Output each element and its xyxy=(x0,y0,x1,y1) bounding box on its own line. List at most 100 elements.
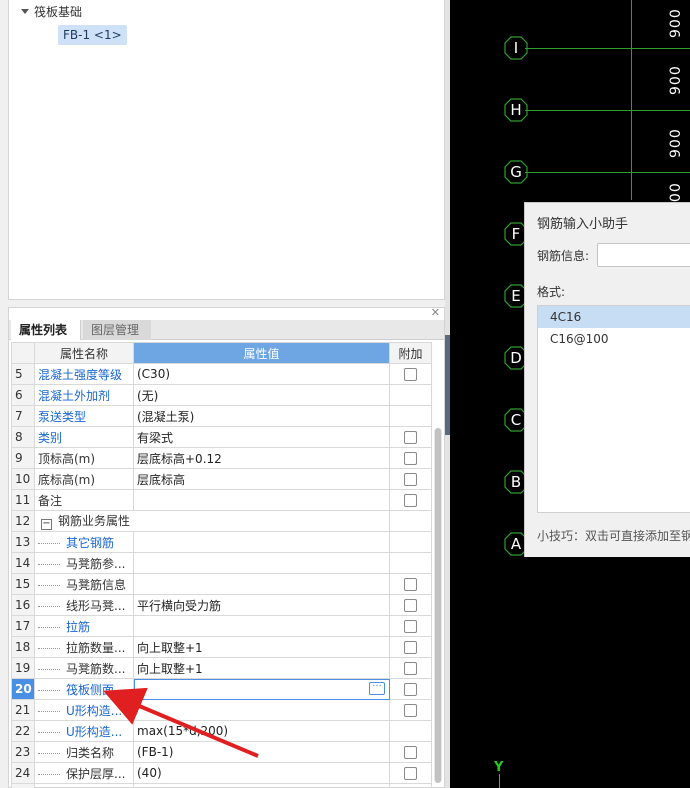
additional-checkbox[interactable] xyxy=(404,683,417,696)
property-value-cell[interactable]: 有梁式 xyxy=(133,426,390,448)
row-number[interactable]: 19 xyxy=(11,657,35,679)
row-number[interactable]: 25 xyxy=(11,783,35,788)
table-row[interactable]: 19 马凳筋数... 向上取整+1 xyxy=(11,657,432,679)
table-row[interactable]: 8 类别 有梁式 xyxy=(11,426,432,448)
vertical-scrollbar[interactable] xyxy=(434,428,442,783)
axis-bubble-i[interactable]: I xyxy=(503,35,529,61)
row-number[interactable]: 6 xyxy=(11,384,35,406)
row-number[interactable]: 15 xyxy=(11,573,35,595)
property-name-cell[interactable]: 其它钢筋 xyxy=(34,531,134,553)
property-value-cell[interactable] xyxy=(133,552,390,574)
format-list[interactable]: 4C16 C16@100 xyxy=(537,305,690,513)
table-row[interactable]: 25汇总信息(筏板基础) xyxy=(11,783,432,788)
property-name-cell[interactable]: 底标高(m) xyxy=(34,468,134,490)
header-additional[interactable]: 附加 xyxy=(389,342,432,364)
additional-checkbox[interactable] xyxy=(404,473,417,486)
row-number[interactable]: 5 xyxy=(11,363,35,385)
close-icon[interactable]: ✕ xyxy=(431,307,440,318)
header-property-name[interactable]: 属性名称 xyxy=(34,342,134,364)
table-row[interactable]: 13 其它钢筋 xyxy=(11,531,432,553)
table-row[interactable]: 7 泵送类型 (混凝土泵) xyxy=(11,405,432,427)
table-row[interactable]: 16 线形马凳... 平行横向受力筋 xyxy=(11,594,432,616)
additional-checkbox[interactable] xyxy=(404,704,417,717)
property-value-cell[interactable] xyxy=(133,615,390,637)
property-name-cell[interactable]: 保护层厚... xyxy=(34,762,134,784)
property-name-cell[interactable]: 类别 xyxy=(34,426,134,448)
property-value-cell[interactable]: max(15*d,200) xyxy=(133,720,390,742)
row-number[interactable]: 7 xyxy=(11,405,35,427)
table-row[interactable]: 17 拉筋 xyxy=(11,615,432,637)
property-name-cell[interactable]: 汇总信息 xyxy=(34,783,134,788)
property-value-cell[interactable]: 向上取整+1 xyxy=(133,657,390,679)
additional-cell[interactable] xyxy=(389,699,432,721)
table-row[interactable]: 12− 钢筋业务属性 xyxy=(11,510,432,532)
ellipsis-button[interactable]: ··· xyxy=(369,682,385,695)
row-number[interactable]: 21 xyxy=(11,699,35,721)
property-name-cell[interactable]: 马凳筋参... xyxy=(34,552,134,574)
table-row[interactable]: 20 筏板侧面... ··· xyxy=(11,678,432,700)
property-value-cell[interactable]: (筏板基础) xyxy=(133,783,390,788)
row-number[interactable]: 17 xyxy=(11,615,35,637)
additional-cell[interactable] xyxy=(389,468,432,490)
table-row[interactable]: 18 拉筋数量... 向上取整+1 xyxy=(11,636,432,658)
table-row[interactable]: 9 顶标高(m) 层底标高+0.12 xyxy=(11,447,432,469)
tree-item-fb-1[interactable]: FB-1 <1> xyxy=(58,25,127,45)
property-value-cell[interactable]: (C30) xyxy=(133,363,390,385)
table-row[interactable]: 5 混凝土强度等级 (C30) xyxy=(11,363,432,385)
property-value-cell[interactable]: (无) xyxy=(133,384,390,406)
additional-cell[interactable] xyxy=(389,363,432,385)
rebar-info-input[interactable] xyxy=(597,243,690,267)
additional-checkbox[interactable] xyxy=(404,662,417,675)
additional-checkbox[interactable] xyxy=(404,494,417,507)
scrollbar-thumb[interactable] xyxy=(435,428,441,783)
axis-bubble-g[interactable]: G xyxy=(503,159,529,185)
property-name-cell[interactable]: 顶标高(m) xyxy=(34,447,134,469)
additional-cell[interactable] xyxy=(389,657,432,679)
additional-cell[interactable] xyxy=(389,573,432,595)
property-name-cell[interactable]: U形构造... xyxy=(34,720,134,742)
table-row[interactable]: 15 马凳筋信息 xyxy=(11,573,432,595)
property-name-cell[interactable]: 筏板侧面... xyxy=(34,678,134,700)
row-number[interactable]: 23 xyxy=(11,741,35,763)
property-value-cell[interactable] xyxy=(133,573,390,595)
format-option-c16-100[interactable]: C16@100 xyxy=(538,328,690,350)
table-row[interactable]: 6 混凝土外加剂 (无) xyxy=(11,384,432,406)
format-option-4c16[interactable]: 4C16 xyxy=(538,306,690,328)
additional-checkbox[interactable] xyxy=(404,620,417,633)
property-value-cell[interactable]: (混凝土泵) xyxy=(133,405,390,427)
property-name-cell[interactable]: 混凝土外加剂 xyxy=(34,384,134,406)
additional-cell[interactable] xyxy=(389,762,432,784)
row-number[interactable]: 18 xyxy=(11,636,35,658)
property-name-cell[interactable]: 马凳筋数... xyxy=(34,657,134,679)
property-name-cell[interactable]: 拉筋 xyxy=(34,615,134,637)
row-number[interactable]: 14 xyxy=(11,552,35,574)
property-value-cell[interactable]: (40) xyxy=(133,762,390,784)
property-name-cell[interactable]: 混凝土强度等级 xyxy=(34,363,134,385)
property-value-editor[interactable]: ··· xyxy=(133,678,390,700)
property-name-cell[interactable]: 泵送类型 xyxy=(34,405,134,427)
tree-group-raft-foundation[interactable]: 筏板基础 xyxy=(21,4,82,20)
row-number[interactable]: 12 xyxy=(11,510,35,532)
header-property-value[interactable]: 属性值 xyxy=(133,342,390,364)
row-number[interactable]: 22 xyxy=(11,720,35,742)
additional-cell[interactable] xyxy=(389,489,432,511)
tab-layer-management[interactable]: 图层管理 xyxy=(83,320,151,340)
property-value-cell[interactable] xyxy=(133,699,390,721)
table-row[interactable]: 23 归类名称 (FB-1) xyxy=(11,741,432,763)
additional-cell[interactable] xyxy=(389,594,432,616)
property-value-cell[interactable]: 层底标高+0.12 xyxy=(133,447,390,469)
additional-checkbox[interactable] xyxy=(404,767,417,780)
table-row[interactable]: 22 U形构造... max(15*d,200) xyxy=(11,720,432,742)
collapse-caret-icon[interactable] xyxy=(21,9,29,14)
property-value-cell[interactable] xyxy=(133,531,390,553)
property-name-cell[interactable]: − 钢筋业务属性 xyxy=(34,510,390,532)
additional-cell[interactable] xyxy=(389,636,432,658)
additional-checkbox[interactable] xyxy=(404,431,417,444)
property-name-cell[interactable]: U形构造... xyxy=(34,699,134,721)
row-number[interactable]: 8 xyxy=(11,426,35,448)
tab-property-list[interactable]: 属性列表 xyxy=(11,320,81,340)
property-name-cell[interactable]: 线形马凳... xyxy=(34,594,134,616)
collapse-icon[interactable]: − xyxy=(41,519,52,530)
property-name-cell[interactable]: 备注 xyxy=(34,489,134,511)
property-name-cell[interactable]: 归类名称 xyxy=(34,741,134,763)
